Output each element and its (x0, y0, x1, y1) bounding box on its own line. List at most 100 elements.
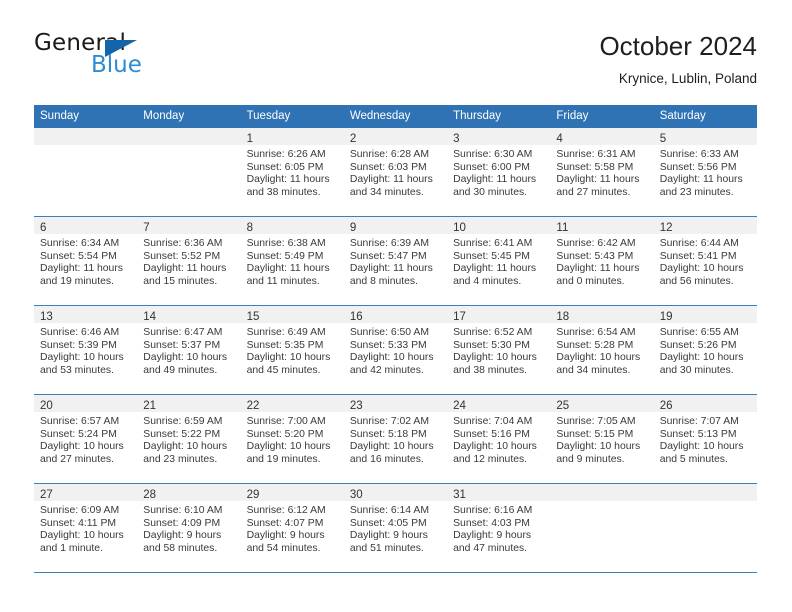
calendar-day-cell[interactable]: 20 Sunrise: 6:57 AM Sunset: 5:24 PM Dayligh… (34, 395, 138, 483)
calendar-day-cell[interactable]: 30 Sunrise: 6:14 AM Sunset: 4:05 PM Dayligh… (343, 484, 448, 572)
sunrise-text: Sunrise: 6:14 AM (349, 505, 429, 516)
daylight-text: Daylight: 11 hours (246, 263, 330, 275)
sunset-text: Sunset: 5:22 PM (143, 428, 221, 440)
daylight-text: Daylight: 10 hours (40, 352, 124, 364)
day-details: Sunrise: 6:39 AM Sunset: 5:47 PM Daylight:… (344, 234, 447, 288)
day-number-band: 6 (34, 217, 138, 234)
calendar-day-cell[interactable]: 21 Sunrise: 6:59 AM Sunset: 5:22 PM Dayligh… (137, 395, 241, 483)
calendar-week-row: 6 Sunrise: 6:34 AM Sunset: 5:54 PM Daylight… (34, 217, 757, 306)
day-number-band: 5 (653, 128, 757, 145)
day-number: 27 (40, 489, 53, 501)
day-details: Sunrise: 6:16 AM Sunset: 4:03 PM Daylight:… (447, 501, 550, 555)
day-details (550, 501, 653, 505)
sunrise-text: Sunrise: 6:42 AM (556, 238, 636, 249)
calendar-day-cell[interactable]: 16 Sunrise: 6:50 AM Sunset: 5:33 PM Dayligh… (343, 306, 448, 394)
calendar-week-row: 1 Sunrise: 6:26 AM Sunset: 6:05 PM Daylight… (34, 128, 757, 217)
calendar-day-cell[interactable]: 6 Sunrise: 6:34 AM Sunset: 5:54 PM Daylight… (34, 217, 138, 305)
day-number: 15 (246, 311, 260, 323)
sunrise-text: Sunrise: 6:49 AM (246, 327, 326, 338)
daylight-text-cont: and 1 minute. (40, 542, 103, 554)
calendar-day-cell[interactable]: 1 Sunrise: 6:26 AM Sunset: 6:05 PM Daylight… (240, 128, 344, 216)
sunrise-text: Sunrise: 7:07 AM (659, 416, 739, 427)
day-details: Sunrise: 6:36 AM Sunset: 5:52 PM Daylight:… (137, 234, 240, 288)
sunset-text: Sunset: 5:26 PM (659, 339, 737, 351)
calendar-day-cell[interactable]: 17 Sunrise: 6:52 AM Sunset: 5:30 PM Dayligh… (447, 306, 551, 394)
daylight-text: Daylight: 11 hours (453, 174, 537, 186)
calendar-day-cell[interactable]: 23 Sunrise: 7:02 AM Sunset: 5:18 PM Dayligh… (343, 395, 448, 483)
daylight-text: Daylight: 10 hours (453, 352, 537, 364)
sunrise-text: Sunrise: 6:52 AM (453, 327, 533, 338)
calendar-day-cell[interactable]: 15 Sunrise: 6:49 AM Sunset: 5:35 PM Dayligh… (240, 306, 344, 394)
weekday-header-tuesday: Tuesday (246, 110, 291, 122)
calendar-day-cell[interactable]: 29 Sunrise: 6:12 AM Sunset: 4:07 PM Dayligh… (240, 484, 344, 572)
day-number: 20 (40, 400, 53, 412)
calendar-day-cell[interactable]: 14 Sunrise: 6:47 AM Sunset: 5:37 PM Dayligh… (137, 306, 241, 394)
day-details: Sunrise: 6:42 AM Sunset: 5:43 PM Daylight:… (550, 234, 653, 288)
daylight-text-cont: and 30 minutes. (453, 186, 528, 198)
calendar-day-cell[interactable]: 12 Sunrise: 6:44 AM Sunset: 5:41 PM Dayligh… (653, 217, 757, 305)
day-details: Sunrise: 6:14 AM Sunset: 4:05 PM Daylight:… (344, 501, 447, 555)
calendar-day-cell[interactable]: 4 Sunrise: 6:31 AM Sunset: 5:58 PM Daylight… (550, 128, 654, 216)
day-details: Sunrise: 6:44 AM Sunset: 5:41 PM Daylight:… (654, 234, 757, 288)
calendar-day-cell-empty (34, 128, 138, 216)
day-details: Sunrise: 6:46 AM Sunset: 5:39 PM Daylight:… (34, 323, 137, 377)
calendar-grid: Sunday Monday Tuesday Wednesday Thursday Frid… (34, 105, 757, 573)
day-details: Sunrise: 6:38 AM Sunset: 5:49 PM Daylight:… (241, 234, 344, 288)
day-number-band: 22 (240, 395, 344, 412)
sunset-text: Sunset: 5:49 PM (246, 250, 324, 262)
calendar-day-cell[interactable]: 10 Sunrise: 6:41 AM Sunset: 5:45 PM Dayligh… (447, 217, 551, 305)
weekday-header-saturday: Saturday (659, 110, 706, 122)
calendar-day-cell[interactable]: 25 Sunrise: 7:05 AM Sunset: 5:15 PM Dayligh… (550, 395, 654, 483)
day-number: 28 (143, 489, 157, 501)
calendar-day-cell[interactable]: 5 Sunrise: 6:33 AM Sunset: 5:56 PM Daylight… (653, 128, 757, 216)
sunrise-text: Sunrise: 7:05 AM (556, 416, 636, 427)
calendar-day-cell[interactable]: 8 Sunrise: 6:38 AM Sunset: 5:49 PM Daylight… (240, 217, 344, 305)
calendar-day-cell[interactable]: 7 Sunrise: 6:36 AM Sunset: 5:52 PM Daylight… (137, 217, 241, 305)
calendar-day-cell[interactable]: 26 Sunrise: 7:07 AM Sunset: 5:13 PM Dayligh… (653, 395, 757, 483)
daylight-text: Daylight: 11 hours (40, 263, 123, 275)
calendar-day-cell[interactable]: 13 Sunrise: 6:46 AM Sunset: 5:39 PM Dayligh… (34, 306, 138, 394)
day-details: Sunrise: 6:49 AM Sunset: 5:35 PM Daylight:… (241, 323, 344, 377)
day-details: Sunrise: 6:30 AM Sunset: 6:00 PM Daylight:… (447, 145, 550, 199)
sunrise-text: Sunrise: 6:50 AM (349, 327, 429, 338)
day-details: Sunrise: 6:47 AM Sunset: 5:37 PM Daylight:… (137, 323, 240, 377)
day-number: 29 (246, 489, 260, 501)
day-number-band: 21 (137, 395, 241, 412)
sunset-text: Sunset: 5:45 PM (453, 250, 530, 262)
calendar-day-cell[interactable]: 24 Sunrise: 7:04 AM Sunset: 5:16 PM Dayligh… (447, 395, 551, 483)
sunrise-text: Sunrise: 6:47 AM (143, 327, 223, 338)
sunset-text: Sunset: 6:05 PM (246, 161, 324, 173)
day-number-band: 3 (447, 128, 551, 145)
day-details: Sunrise: 7:04 AM Sunset: 5:16 PM Daylight:… (447, 412, 550, 466)
calendar-day-cell[interactable]: 18 Sunrise: 6:54 AM Sunset: 5:28 PM Dayligh… (550, 306, 654, 394)
day-number-band: 8 (240, 217, 344, 234)
sunrise-text: Sunrise: 6:55 AM (659, 327, 739, 338)
calendar-day-cell[interactable]: 22 Sunrise: 7:00 AM Sunset: 5:20 PM Dayligh… (240, 395, 344, 483)
day-number-band: 13 (34, 306, 138, 323)
day-number: 4 (556, 133, 563, 145)
day-number-band (653, 484, 757, 501)
weekday-header-sunday: Sunday (40, 110, 80, 122)
sunrise-text: Sunrise: 6:12 AM (246, 505, 326, 516)
sunset-text: Sunset: 5:41 PM (659, 250, 737, 262)
calendar-day-cell[interactable]: 28 Sunrise: 6:10 AM Sunset: 4:09 PM Dayligh… (137, 484, 241, 572)
calendar-day-cell[interactable]: 27 Sunrise: 6:09 AM Sunset: 4:11 PM Dayligh… (34, 484, 138, 572)
sunset-text: Sunset: 5:37 PM (143, 339, 221, 351)
day-number-band: 28 (137, 484, 241, 501)
calendar-day-cell[interactable]: 31 Sunrise: 6:16 AM Sunset: 4:03 PM Dayligh… (447, 484, 551, 572)
day-number: 7 (143, 222, 150, 234)
calendar-day-cell[interactable]: 11 Sunrise: 6:42 AM Sunset: 5:43 PM Dayligh… (550, 217, 654, 305)
daylight-text-cont: and 27 minutes. (556, 186, 631, 198)
day-number-band: 2 (343, 128, 448, 145)
sunrise-text: Sunrise: 6:26 AM (246, 149, 326, 160)
day-number-band: 4 (550, 128, 654, 145)
calendar-day-cell[interactable]: 19 Sunrise: 6:55 AM Sunset: 5:26 PM Dayligh… (653, 306, 757, 394)
calendar-day-cell[interactable]: 2 Sunrise: 6:28 AM Sunset: 6:03 PM Daylight… (343, 128, 448, 216)
day-number-band (34, 128, 138, 145)
calendar-page: General Blue October 2024 Krynice, Lubli… (0, 0, 792, 612)
weekday-header-thursday: Thursday (453, 110, 502, 122)
calendar-day-cell[interactable]: 9 Sunrise: 6:39 AM Sunset: 5:47 PM Daylight… (343, 217, 448, 305)
calendar-day-cell[interactable]: 3 Sunrise: 6:30 AM Sunset: 6:00 PM Daylight… (447, 128, 551, 216)
sunset-text: Sunset: 5:56 PM (659, 161, 737, 173)
brand-logo[interactable]: General Blue (34, 30, 254, 90)
